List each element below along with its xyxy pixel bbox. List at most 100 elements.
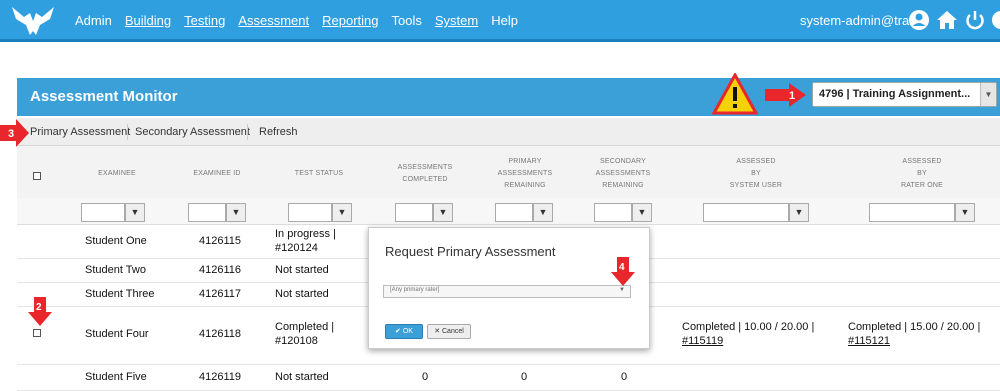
filter-row: ▼ ▼ ▼ ▼ ▼ ▼ ▼ ▼ [17,198,1000,225]
test-status-filter-input[interactable] [288,203,332,222]
col-label-line: ASSESSED [736,158,776,165]
secondary-remaining-value: 0 [621,371,628,383]
menu-reporting[interactable]: Reporting [322,13,378,28]
table-header: EXAMINEE EXAMINEE ID TEST STATUS ASSESSM… [17,146,1000,198]
refresh-button[interactable]: Refresh [259,126,298,138]
primary-rater-select[interactable]: [Any primary rater] ▼ [383,285,631,298]
system-user-result-link[interactable]: #115119 [682,335,723,347]
examinee-id: 4126118 [199,328,242,340]
page-title: Assessment Monitor [30,88,178,105]
marker-1-label: 1 [789,90,795,102]
assignment-value: 4796 | Training Assignment... [819,88,971,100]
secondary-remaining-filter-input[interactable] [594,203,632,222]
col-label-line: PRIMARY [508,158,542,165]
examinee-name: Student Two [85,264,146,276]
chevron-down-icon: ▼ [619,287,625,293]
power-icon[interactable] [964,9,986,31]
filter-icon[interactable]: ▼ [226,203,246,222]
top-nav-bar: Admin Building Testing Assessment Report… [0,0,1000,42]
examinee-name: Student One [85,235,147,247]
filter-icon[interactable]: ▼ [332,203,352,222]
menu-testing[interactable]: Testing [184,13,225,28]
annotation-marker-3: 3 [0,119,29,147]
chevron-down-icon: ▼ [980,83,996,106]
filter-icon[interactable]: ▼ [433,203,453,222]
examinee-filter-input[interactable] [81,203,125,222]
col-assessed-by-rater-one[interactable]: ASSESSED BY RATER ONE [882,156,962,192]
examinee-id: 4126115 [199,235,242,247]
col-primary-remaining[interactable]: PRIMARY ASSESSMENTS REMAINING [485,156,565,192]
test-status-ref[interactable]: #120124 [275,242,318,254]
menu-admin[interactable]: Admin [75,13,112,28]
rater-one-result-link[interactable]: #115121 [848,335,890,347]
home-icon[interactable] [936,9,958,31]
col-secondary-remaining[interactable]: SECONDARY ASSESSMENTS REMAINING [583,156,663,192]
action-toolbar: Primary Assessment Secondary Assessment … [17,118,1000,146]
secondary-assessment-button[interactable]: Secondary Assessment [135,126,250,138]
more-icon[interactable] [990,9,1000,31]
col-label-line: SECONDARY [599,158,646,165]
test-status: Not started [275,371,329,383]
row-checkbox[interactable] [33,329,41,337]
request-primary-assessment-dialog: Request Primary Assessment [Any primary … [368,227,650,349]
marker-3-label: 3 [8,128,14,140]
ok-label: OK [402,328,413,335]
col-assessments-completed[interactable]: ASSESSMENTS COMPLETED [385,162,465,186]
col-label-line: BY [917,170,927,177]
system-user-result: Completed | 10.00 / 20.00 | [682,321,815,333]
col-label-line: REMAINING [504,182,546,189]
col-assessed-by-system-user[interactable]: ASSESSED BY SYSTEM USER [716,156,796,192]
marker-4-label: 4 [619,262,625,273]
examinee-name: Student Three [85,288,155,300]
menu-system[interactable]: System [435,13,478,28]
menu-tools[interactable]: Tools [392,13,422,28]
system-user-filter-input[interactable] [703,203,789,222]
eagle-logo-icon[interactable] [10,3,56,37]
ok-button[interactable]: ✔ OK [385,324,423,339]
rater-one-result: Completed | 15.00 / 20.00 | [848,321,981,333]
col-label-line: ASSESSED [902,158,942,165]
menu-assessment[interactable]: Assessment [238,13,309,28]
user-profile-icon[interactable] [908,9,930,31]
assessments-completed-value: 0 [422,371,429,383]
test-status-ref[interactable]: #120108 [275,335,318,347]
examinee-name: Student Five [85,371,147,383]
user-name[interactable]: system-admin@train [800,13,919,28]
primary-remaining-filter-input[interactable] [495,203,533,222]
examinee-id-filter-input[interactable] [188,203,226,222]
filter-icon[interactable]: ▼ [533,203,553,222]
toolbar-divider [127,124,128,140]
table-row[interactable]: Student Five 4126119 Not started 0 0 0 [17,365,1000,391]
menu-building[interactable]: Building [125,13,171,28]
col-test-status[interactable]: TEST STATUS [279,168,359,180]
annotation-marker-2: 2 [28,297,52,326]
primary-assessment-button[interactable]: Primary Assessment [30,126,130,138]
cancel-label: Cancel [442,328,464,335]
col-label-line: ASSESSMENTS [497,170,553,177]
filter-icon[interactable]: ▼ [125,203,145,222]
examinee-id: 4126116 [199,264,242,276]
primary-rater-placeholder: [Any primary rater] [390,287,440,293]
toolbar-divider [247,124,248,140]
menu-help[interactable]: Help [491,13,518,28]
cancel-button[interactable]: ✕ Cancel [427,324,471,339]
filter-icon[interactable]: ▼ [632,203,652,222]
annotation-marker-4: 4 [611,257,635,286]
rater-one-filter-input[interactable] [869,203,955,222]
marker-2-label: 2 [36,302,42,313]
primary-remaining-value: 0 [521,371,528,383]
completed-filter-input[interactable] [395,203,433,222]
assignment-select[interactable]: 4796 | Training Assignment... ▼ [812,82,997,107]
col-examinee-id[interactable]: EXAMINEE ID [177,168,257,180]
filter-icon[interactable]: ▼ [789,203,809,222]
examinee-id: 4126119 [199,371,242,383]
col-examinee[interactable]: EXAMINEE [77,168,157,180]
select-all-checkbox[interactable] [33,172,41,180]
col-label-line: ASSESSMENTS [595,170,651,177]
dialog-title: Request Primary Assessment [385,244,556,259]
col-label-line: BY [751,170,761,177]
filter-icon[interactable]: ▼ [955,203,975,222]
test-status: In progress | [275,228,336,240]
col-label-line: COMPLETED [402,176,448,183]
test-status: Not started [275,264,329,276]
